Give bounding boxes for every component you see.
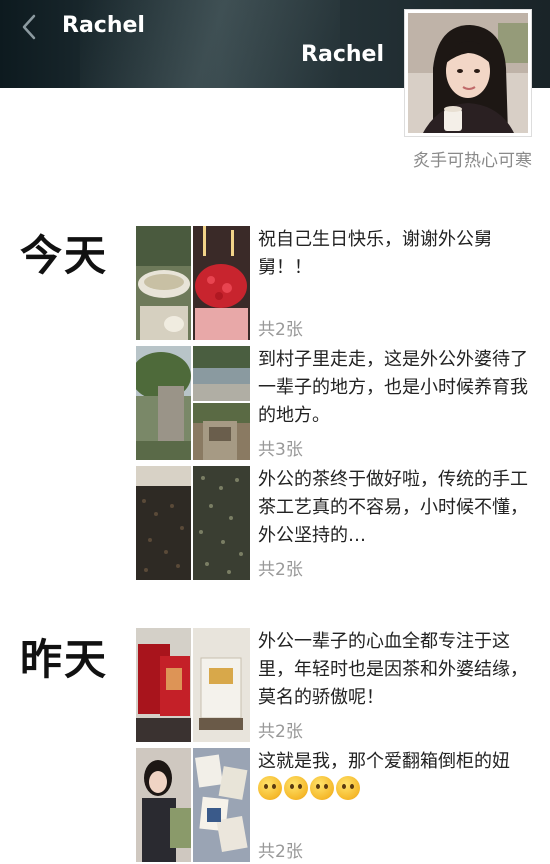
photo-thumbnail[interactable] [136,628,191,742]
moment-post[interactable]: 这就是我，那个爱翻箱倒柜的妞 共2张 [136,748,536,862]
grinning-face-icon [284,776,308,800]
photo-count: 共2张 [258,320,303,340]
photo-thumbnails[interactable] [136,226,250,340]
post-text: 到村子里走走，这是外公外婆待了一辈子的地方，也是小时候养育我的地方。 [258,349,528,426]
photo-thumbnails[interactable] [136,628,250,742]
post-text: 这就是我，那个爱翻箱倒柜的妞 [258,748,530,832]
photo-thumbnails[interactable] [136,346,250,460]
photo-thumbnails[interactable] [136,748,250,862]
profile-name: Rachel [301,42,384,67]
photo-thumbnail[interactable] [136,466,191,580]
photo-thumbnail[interactable] [193,628,250,742]
grinning-face-icon [310,776,334,800]
moment-post[interactable]: 祝自己生日快乐，谢谢外公舅舅！！ 共2张 [136,226,536,340]
photo-count: 共3张 [258,440,303,460]
day-label-today: 今天 [20,231,109,280]
photo-thumbnail[interactable] [193,466,250,580]
grinning-face-icon [258,776,282,800]
profile-photo [408,13,528,133]
profile-signature: 炙手可热心可寒 [413,151,532,171]
photo-thumbnail[interactable] [193,346,250,401]
post-text: 外公一辈子的心血全都专注于这里，年轻时也是因茶和外婆结缘，莫名的骄傲呢！ [258,631,528,708]
day-label-yesterday: 昨天 [20,635,109,684]
photo-thumbnail[interactable] [136,748,191,862]
photo-thumbnails[interactable] [136,466,250,580]
photo-thumbnail[interactable] [136,226,191,340]
moment-post[interactable]: 外公一辈子的心血全都专注于这里，年轻时也是因茶和外婆结缘，莫名的骄傲呢！ 共2张 [136,628,536,742]
back-button[interactable] [14,12,44,42]
post-text-content: 这就是我，那个爱翻箱倒柜的妞 [258,751,510,772]
photo-count: 共2张 [258,842,303,862]
post-text: 祝自己生日快乐，谢谢外公舅舅！！ [258,229,492,278]
post-text: 外公的茶终于做好啦，传统的手工茶工艺真的不容易，小时候不懂，外公坚持的… [258,469,528,546]
photo-thumbnail[interactable] [193,748,250,862]
chevron-left-icon [22,14,36,40]
moment-post[interactable]: 外公的茶终于做好啦，传统的手工茶工艺真的不容易，小时候不懂，外公坚持的… 共2张 [136,466,536,580]
photo-count: 共2张 [258,560,303,580]
photo-thumbnail[interactable] [136,346,191,460]
avatar[interactable] [405,10,531,136]
grinning-face-icon [336,776,360,800]
photo-thumbnail[interactable] [193,403,250,460]
photo-thumbnail[interactable] [193,226,250,340]
nav-title: Rachel [62,13,145,38]
moment-post[interactable]: 到村子里走走，这是外公外婆待了一辈子的地方，也是小时候养育我的地方。 共3张 [136,346,536,460]
photo-count: 共2张 [258,722,303,742]
